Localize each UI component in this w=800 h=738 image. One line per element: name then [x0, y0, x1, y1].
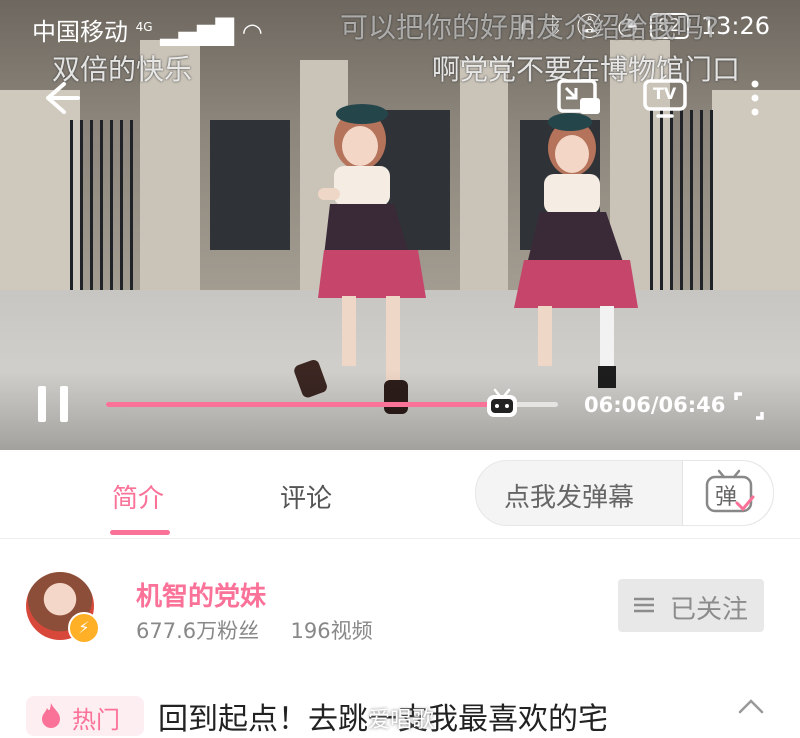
lightning-badge-icon: ⚡︎: [68, 612, 100, 644]
menu-lines-icon: [634, 597, 654, 613]
iron-gate: [70, 120, 140, 290]
fullscreen-icon[interactable]: [734, 392, 764, 420]
uploader-name[interactable]: 机智的党妹: [136, 576, 266, 613]
pillar: [0, 90, 80, 300]
signal-icon: ▂▄▆█: [160, 18, 235, 46]
following-button[interactable]: 已关注: [618, 579, 764, 632]
tv-mascot-progress-knob-icon[interactable]: [485, 386, 519, 420]
watermark: 爱唱歌: [368, 708, 435, 733]
danmaku-placeholder: 点我发弹幕: [504, 483, 635, 513]
follower-count: 677.6万粉丝: [136, 619, 260, 643]
video-count: 196视频: [290, 619, 373, 643]
playback-time: 06:06/06:46: [584, 393, 726, 417]
uploader-stats: 677.6万粉丝 196视频: [136, 615, 373, 645]
chevron-up-icon[interactable]: [738, 698, 764, 714]
cast-tv-button[interactable]: TV: [642, 78, 688, 118]
wifi-icon: ◠: [241, 18, 263, 46]
back-arrow-icon[interactable]: [42, 78, 82, 118]
carrier-label: 中国移动: [32, 18, 128, 46]
pause-button[interactable]: [38, 386, 68, 422]
pillar: [712, 90, 800, 300]
danmaku-comment: 可以把你的好朋友介绍给我吗?: [340, 11, 719, 44]
picture-in-picture-icon[interactable]: [556, 78, 602, 118]
active-tab-indicator: [110, 530, 170, 535]
doorway: [210, 120, 290, 250]
following-label: 已关注: [670, 595, 749, 625]
flame-icon: [40, 702, 62, 734]
progress-fill: [106, 402, 495, 407]
tab-comments[interactable]: 评论: [280, 478, 332, 515]
danmaku-input[interactable]: 点我发弹幕 弹: [475, 460, 774, 526]
pillar: [460, 60, 508, 290]
hot-badge: 热门: [26, 696, 144, 736]
network-type: 4G: [135, 20, 153, 34]
danmaku-icon-char: 弹: [715, 485, 738, 510]
tab-intro[interactable]: 简介: [112, 478, 164, 515]
more-options-icon[interactable]: [748, 78, 762, 118]
iron-gate: [650, 110, 720, 290]
danmaku-toggle-button[interactable]: 弹: [682, 461, 773, 525]
video-player[interactable]: 中国移动 4G ▂▄▆█ ◠ ∩ ᛒ 🔕︎ ◔ 82 13:26 可以把你的好朋…: [0, 0, 800, 450]
pause-icon: [38, 386, 46, 422]
status-left: 中国移动 4G ▂▄▆█ ◠: [32, 12, 263, 47]
tv-label: TV: [653, 84, 677, 103]
hot-label: 热门: [72, 706, 120, 734]
pause-icon: [60, 386, 68, 422]
